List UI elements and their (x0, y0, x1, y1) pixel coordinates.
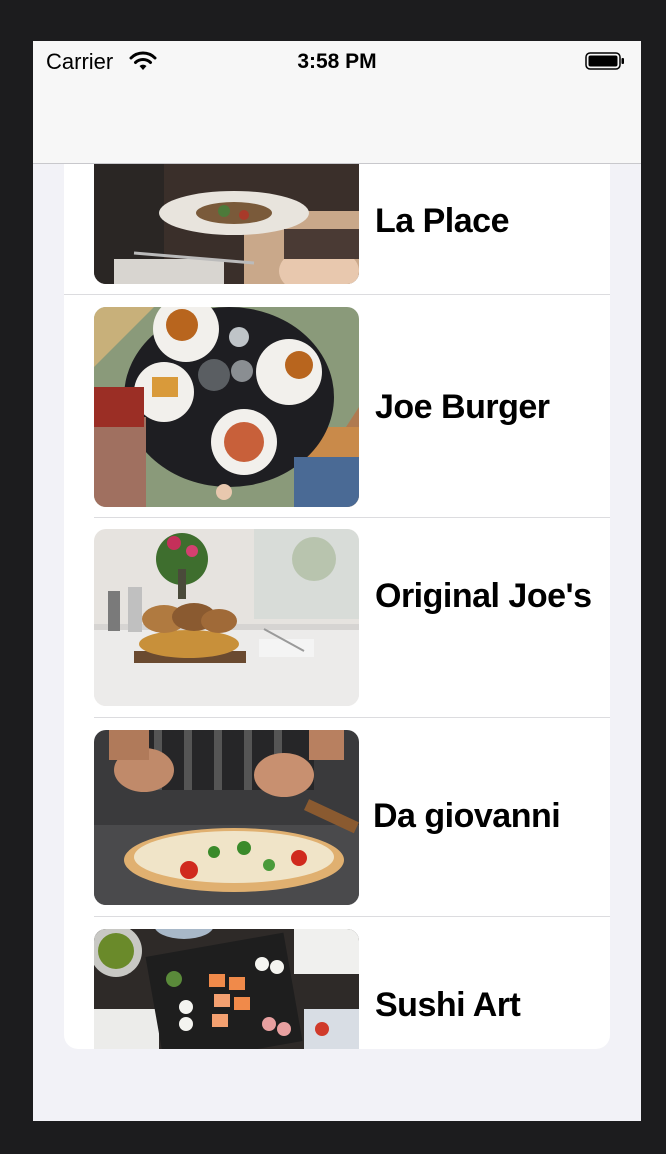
list-item[interactable]: Joe Burger (64, 295, 610, 518)
restaurant-photo (94, 307, 359, 507)
phone-screen: Carrier 3:58 PM La Place Joe Burger Orig… (33, 41, 641, 1121)
status-time: 3:58 PM (297, 50, 377, 73)
navigation-bar: Carrier 3:58 PM (33, 41, 641, 164)
restaurant-name: La Place (375, 202, 509, 240)
restaurant-name: Original Joe's (375, 577, 592, 615)
list-item[interactable]: Sushi Art (64, 917, 610, 1049)
restaurant-name: Sushi Art (375, 986, 521, 1024)
restaurant-photo (94, 529, 359, 706)
restaurant-photo (94, 730, 359, 905)
restaurant-name: Da giovanni (373, 797, 561, 835)
restaurant-list[interactable]: La Place Joe Burger Original Joe's Da gi… (64, 81, 610, 1049)
restaurant-name: Joe Burger (375, 388, 550, 426)
restaurant-photo (94, 929, 359, 1049)
restaurant-photo (94, 151, 359, 284)
list-item[interactable]: Da giovanni (64, 718, 610, 917)
list-item[interactable]: Original Joe's (64, 518, 610, 718)
battery-icon (585, 52, 624, 70)
